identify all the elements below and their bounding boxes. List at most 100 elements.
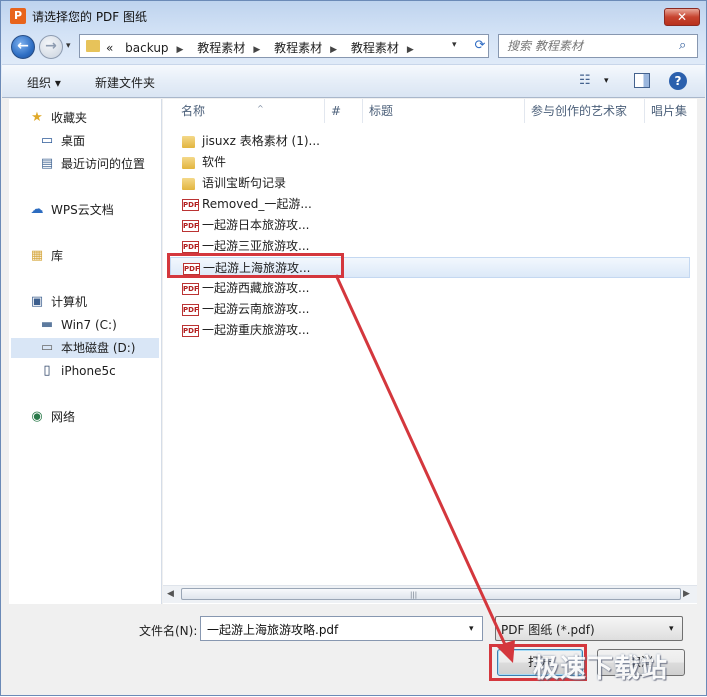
list-item[interactable]: PDF 一起游三亚旅游攻... (170, 236, 690, 257)
column-header-name[interactable]: 名称 ^ (175, 99, 325, 123)
file-name: 语训宝断句记录 (202, 176, 287, 190)
search-box[interactable]: ⌕ (498, 34, 698, 58)
list-item[interactable]: 软件 (170, 152, 690, 173)
breadcrumb-overflow[interactable]: « (106, 41, 113, 55)
desktop-icon: ▭ (40, 133, 54, 148)
forward-arrow-icon[interactable]: → (39, 35, 63, 59)
view-options-icon[interactable]: ☷ (579, 73, 591, 88)
chevron-right-icon[interactable]: ▶ (253, 45, 260, 55)
address-bar[interactable]: « backup ▶ 教程素材 ▶ 教程素材 ▶ 教程素材 ▶ ▾ ⟳ (79, 34, 489, 58)
refresh-icon[interactable]: ⟳ (472, 37, 488, 55)
view-dropdown-icon[interactable]: ▾ (604, 76, 609, 86)
column-header-label: 参与创作的艺术家 (531, 104, 628, 118)
recent-places-icon: ▤ (40, 156, 54, 171)
folder-icon (86, 40, 100, 52)
sidebar-item-wps-cloud[interactable]: ☁ WPS云文档 (29, 200, 159, 220)
chevron-right-icon[interactable]: ▶ (177, 45, 184, 55)
list-item[interactable]: jisuxz 表格素材 (1)... (170, 131, 690, 152)
organize-menu-button[interactable]: 组织 ▾ (27, 74, 61, 91)
sidebar-item-drive-c[interactable]: ▬ Win7 (C:) (39, 315, 159, 335)
list-item[interactable]: PDF 一起游云南旅游攻... (170, 299, 690, 320)
file-name: 一起游重庆旅游攻... (202, 323, 310, 337)
computer-icon: ▣ (30, 294, 44, 309)
filename-field[interactable]: ▾ (200, 616, 483, 641)
scrollbar-thumb[interactable]: ||| (181, 588, 681, 600)
column-header-album[interactable]: 唱片集 (645, 99, 697, 123)
breadcrumb-item[interactable]: 教程素材 (351, 41, 399, 55)
sort-ascending-icon: ^ (257, 104, 264, 113)
file-name: 一起游三亚旅游攻... (202, 239, 310, 253)
preview-pane-icon[interactable] (634, 73, 650, 88)
sidebar-item-desktop[interactable]: ▭ 桌面 (39, 131, 159, 151)
file-name: 软件 (202, 155, 227, 169)
column-header-label: 唱片集 (651, 104, 688, 118)
list-item[interactable]: PDF 一起游日本旅游攻... (170, 215, 690, 236)
file-name: 一起游上海旅游攻... (203, 261, 311, 275)
network-icon: ◉ (31, 409, 43, 424)
new-folder-button[interactable]: 新建文件夹 (95, 74, 155, 91)
pdf-file-icon: PDF (182, 304, 199, 316)
scroll-left-icon[interactable]: ◀ (167, 589, 174, 599)
file-name: 一起游云南旅游攻... (202, 302, 310, 316)
list-item[interactable]: PDF Removed_一起游... (170, 194, 690, 215)
chevron-right-icon[interactable]: ▶ (330, 45, 337, 55)
window-title: 请选择您的 PDF 图纸 (32, 10, 148, 24)
list-item[interactable]: 语训宝断句记录 (170, 173, 690, 194)
filename-label: 文件名(N): (139, 624, 198, 638)
close-button[interactable]: ✕ (664, 8, 700, 26)
pdf-file-icon: PDF (182, 283, 199, 295)
sidebar-item-libraries[interactable]: ▦ 库 (29, 246, 159, 266)
pdf-file-icon: PDF (182, 220, 199, 232)
sidebar-item-label: 桌面 (61, 134, 86, 148)
file-list: 名称 ^ # 标题 参与创作的艺术家 唱片集 jisuxz 表格素材 (1)..… (163, 99, 697, 604)
star-icon: ★ (31, 110, 43, 125)
file-name: jisuxz 表格素材 (1)... (202, 134, 320, 148)
file-name: Removed_一起游... (202, 197, 312, 211)
hard-drive-icon: ▭ (40, 340, 54, 355)
column-header-title[interactable]: 标题 (363, 99, 525, 123)
sidebar-item-computer[interactable]: ▣ 计算机 (29, 292, 159, 312)
column-header-label: 标题 (369, 104, 394, 118)
pdf-file-icon: PDF (182, 325, 199, 337)
breadcrumb: « backup ▶ 教程素材 ▶ 教程素材 ▶ 教程素材 ▶ (106, 39, 424, 56)
help-icon[interactable]: ? (669, 72, 687, 90)
scroll-right-icon[interactable]: ▶ (683, 589, 690, 599)
horizontal-scrollbar[interactable]: ◀ ||| ▶ (163, 585, 697, 603)
search-icon[interactable]: ⌕ (679, 38, 686, 53)
file-type-select[interactable]: PDF 图纸 (*.pdf) ▾ (495, 616, 683, 641)
watermark: 极速下载站 (533, 654, 669, 684)
command-toolbar: 组织 ▾ 新建文件夹 ☷ ▾ ? (2, 64, 705, 98)
grip-icon: ||| (410, 591, 418, 599)
sidebar-item-iphone[interactable]: ▯ iPhone5c (39, 361, 159, 381)
list-item[interactable]: PDF 一起游西藏旅游攻... (170, 278, 690, 299)
column-header-number[interactable]: # (325, 99, 363, 123)
address-dropdown-icon[interactable]: ▾ (452, 40, 457, 50)
filename-input[interactable] (205, 621, 469, 637)
breadcrumb-item[interactable]: 教程素材 (197, 41, 245, 55)
filename-dropdown-icon[interactable]: ▾ (469, 624, 474, 634)
file-name: 一起游西藏旅游攻... (202, 281, 310, 295)
search-input[interactable] (505, 38, 679, 54)
pdf-file-icon: PDF (182, 241, 199, 253)
column-header-artist[interactable]: 参与创作的艺术家 (525, 99, 645, 123)
app-icon: P (10, 8, 26, 24)
back-arrow-icon[interactable]: ← (11, 35, 35, 59)
chevron-right-icon[interactable]: ▶ (407, 45, 414, 55)
pdf-file-icon: PDF (183, 263, 200, 275)
list-item[interactable]: PDF 一起游重庆旅游攻... (170, 320, 690, 341)
breadcrumb-backup[interactable]: backup (125, 41, 168, 55)
sidebar-item-label: 计算机 (51, 295, 88, 309)
cloud-icon: ☁ (30, 202, 44, 217)
breadcrumb-item[interactable]: 教程素材 (274, 41, 322, 55)
sidebar-item-drive-d[interactable]: ▭ 本地磁盘 (D:) (11, 338, 159, 358)
sidebar-item-favorites[interactable]: ★ 收藏夹 (29, 108, 159, 128)
navigation-pane: ★ 收藏夹 ▭ 桌面 ▤ 最近访问的位置 ☁ WPS云文档 ▦ 库 ▣ 计算机 … (9, 99, 162, 604)
column-header-label: 名称 (181, 104, 206, 118)
sidebar-item-label: 库 (51, 249, 64, 263)
sidebar-item-recent[interactable]: ▤ 最近访问的位置 (39, 154, 161, 174)
library-icon: ▦ (30, 248, 44, 263)
sidebar-item-network[interactable]: ◉ 网络 (29, 407, 159, 427)
sidebar-item-label: 网络 (51, 410, 76, 424)
list-item-selected[interactable]: PDF 一起游上海旅游攻... (170, 257, 690, 278)
recent-pages-dropdown-icon[interactable]: ▾ (66, 41, 71, 51)
